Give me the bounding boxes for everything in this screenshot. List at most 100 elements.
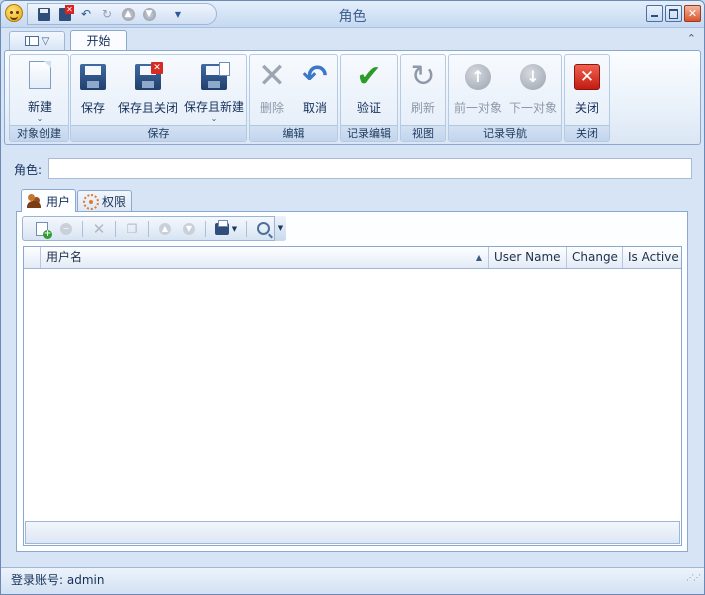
undo-icon: ↶ xyxy=(302,59,328,94)
next-icon: ▼ xyxy=(183,222,195,235)
resize-grip-icon[interactable]: ⋰⋰ xyxy=(686,565,701,590)
group-record-navigation: ↑ 前一对象 ↓ 下一对象 记录导航 xyxy=(448,54,562,142)
next-object-button-label: 下一对象 xyxy=(508,101,557,115)
new-document-icon xyxy=(29,61,51,89)
arrow-up-icon: ↑ xyxy=(465,64,491,90)
grid-footer xyxy=(25,521,680,544)
tab-permissions[interactable]: 权限 xyxy=(77,190,133,212)
window-controls: ✕ xyxy=(646,5,701,22)
group-save: 保存 ✕ 保存且关闭 保存且新建 ⌄ 保存 xyxy=(70,54,247,142)
save-new-button[interactable]: 保存且新建 ⌄ xyxy=(183,59,245,123)
group-label-edit: 编辑 xyxy=(250,125,337,141)
save-button[interactable]: 保存 xyxy=(77,59,109,123)
maximize-button[interactable] xyxy=(665,5,682,22)
column-header-user-name[interactable]: User Name xyxy=(489,247,567,268)
delete-record-icon: − xyxy=(60,222,72,235)
close-window-button[interactable]: ✕ xyxy=(684,5,701,22)
cancel-button-label: 取消 xyxy=(302,101,327,115)
chevron-down-icon: ⌄ xyxy=(210,114,218,123)
chevron-down-icon: ▼ xyxy=(277,224,284,232)
remove-icon: ✕ xyxy=(92,219,106,238)
new-button[interactable]: 新建 ⌄ xyxy=(18,59,62,123)
validate-button[interactable]: ✔ 验证 xyxy=(351,59,387,123)
column-header-username[interactable]: 用户名 ▲ xyxy=(41,247,489,268)
new-record-icon xyxy=(36,221,52,239)
users-grid: 用户名 ▲ User Name Change Is Active xyxy=(23,246,682,546)
save-close-button[interactable]: ✕ 保存且关闭 xyxy=(116,59,180,123)
group-label-close: 关闭 xyxy=(565,125,609,141)
new-button-label: 新建 xyxy=(27,100,52,114)
group-label-view: 视图 xyxy=(401,125,445,141)
toolbar-separator xyxy=(148,220,149,237)
print-button[interactable]: ▼ xyxy=(211,219,241,239)
group-close: ✕ 关闭 关闭 xyxy=(564,54,610,142)
toolbar-options-dropdown[interactable]: ▼ xyxy=(274,216,286,241)
grid-header: 用户名 ▲ User Name Change Is Active xyxy=(24,247,681,269)
remove-button[interactable]: ✕ xyxy=(88,219,110,239)
tab-users[interactable]: 用户 xyxy=(21,189,77,212)
refresh-icon: ↻ xyxy=(410,59,436,94)
close-icon: ✕ xyxy=(687,7,698,20)
next-object-button[interactable]: ↓ 下一对象 xyxy=(507,59,559,123)
grid-toolbar: − ✕ ❐ ▲ ▼ ▼ ▼ xyxy=(22,216,286,241)
save-new-button-label: 保存且新建 xyxy=(183,100,244,114)
close-icon: ✕ xyxy=(574,64,600,90)
next-button[interactable]: ▼ xyxy=(178,219,200,239)
delete-button-label: 删除 xyxy=(259,101,284,115)
role-label: 角色: xyxy=(14,163,43,177)
toolbar-separator xyxy=(115,220,116,237)
group-label-save: 保存 xyxy=(71,125,246,141)
role-input[interactable] xyxy=(48,158,692,179)
previous-button[interactable]: ▲ xyxy=(154,219,176,239)
ribbon: 新建 ⌄ 对象创建 保存 ✕ 保存且关闭 保存且新建 ⌄ 保存 ✕ 删除 ↶ 取… xyxy=(4,50,701,145)
save-close-button-label: 保存且关闭 xyxy=(117,101,178,115)
group-edit: ✕ 删除 ↶ 取消 编辑 xyxy=(249,54,338,142)
new-record-button[interactable] xyxy=(31,219,53,239)
toolbar-separator xyxy=(82,220,83,237)
cancel-button[interactable]: ↶ 取消 xyxy=(298,59,332,123)
previous-icon: ▲ xyxy=(159,222,171,235)
tab-start[interactable]: 开始 xyxy=(70,30,127,52)
refresh-button-label: 刷新 xyxy=(410,101,435,115)
group-object-create: 新建 ⌄ 对象创建 xyxy=(9,54,69,142)
group-label-navigation: 记录导航 xyxy=(449,125,561,141)
ribbon-collapse-button[interactable]: ⌃ xyxy=(687,32,696,45)
role-window: ↶ ↻ ▲ ▼ ▼ 角色 ✕ ▽ 开始 ⌃ 新建 ⌄ 对象创 xyxy=(0,0,705,595)
chevron-down-icon: ▼ xyxy=(231,224,238,233)
chevron-up-icon: ⌃ xyxy=(686,32,696,45)
tab-permissions-label: 权限 xyxy=(102,195,127,209)
application-menu-button[interactable]: ▽ xyxy=(9,31,65,50)
group-view: ↻ 刷新 视图 xyxy=(400,54,446,142)
close-button-label: 关闭 xyxy=(574,101,599,115)
login-account-status: 登录账号: admin xyxy=(11,573,105,587)
users-tab-panel: − ✕ ❐ ▲ ▼ ▼ ▼ 用户名 ▲ User Name Change xyxy=(16,211,688,552)
search-button[interactable] xyxy=(252,219,274,239)
print-icon xyxy=(214,219,229,235)
previous-object-button[interactable]: ↑ 前一对象 xyxy=(452,59,504,123)
previous-object-button-label: 前一对象 xyxy=(453,101,502,115)
panel-icon xyxy=(24,36,39,46)
users-icon xyxy=(27,193,43,209)
close-button[interactable]: ✕ 关闭 xyxy=(570,59,604,123)
row-indicator-header xyxy=(24,247,41,268)
copy-icon: ❐ xyxy=(126,221,138,236)
copy-button[interactable]: ❐ xyxy=(121,219,143,239)
chevron-down-icon: ⌄ xyxy=(36,114,44,123)
group-record-edit: ✔ 验证 记录编辑 xyxy=(340,54,398,142)
column-header-is-active[interactable]: Is Active xyxy=(623,247,681,268)
chevron-down-icon: ▽ xyxy=(41,35,50,47)
ribbon-tab-row: ▽ 开始 ⌃ xyxy=(1,29,704,52)
column-header-username-label: 用户名 xyxy=(46,250,83,264)
refresh-button[interactable]: ↻ 刷新 xyxy=(406,59,440,123)
group-label-record-edit: 记录编辑 xyxy=(341,125,397,141)
save-new-icon xyxy=(201,62,230,90)
minimize-button[interactable] xyxy=(646,5,663,22)
delete-record-button[interactable]: − xyxy=(55,219,77,239)
toolbar-separator xyxy=(246,220,247,237)
sort-ascending-icon: ▲ xyxy=(475,253,482,262)
validate-button-label: 验证 xyxy=(356,101,381,115)
column-header-change[interactable]: Change xyxy=(567,247,623,268)
delete-button[interactable]: ✕ 删除 xyxy=(255,59,289,123)
group-label-create: 对象创建 xyxy=(10,125,68,141)
tab-users-label: 用户 xyxy=(46,194,71,209)
